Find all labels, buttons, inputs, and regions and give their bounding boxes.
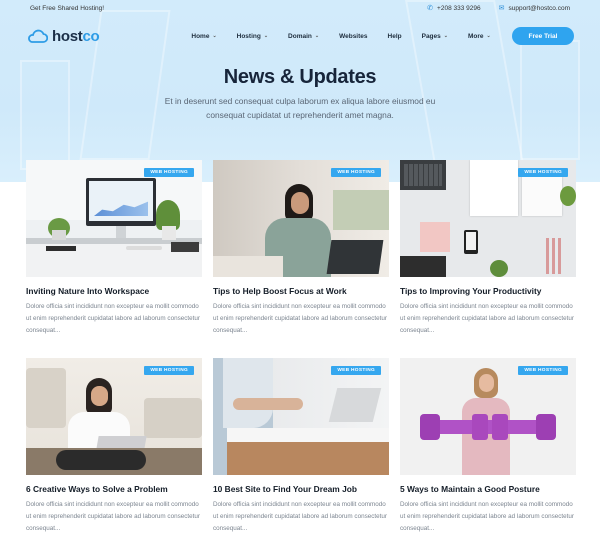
post-title[interactable]: 5 Ways to Maintain a Good Posture xyxy=(400,484,576,494)
email-contact[interactable]: ✉ support@hostco.com xyxy=(498,4,570,13)
logo-text: hostco xyxy=(52,27,100,45)
post-card[interactable]: WEB HOSTING Inviting Nature Into Workspa… xyxy=(26,160,202,358)
post-image-workspace[interactable]: WEB HOSTING xyxy=(26,160,202,277)
post-image-focus[interactable]: WEB HOSTING xyxy=(213,160,389,277)
post-card[interactable]: WEB HOSTING Tips to Improving Your Produ… xyxy=(400,160,576,358)
email-address: support@hostco.com xyxy=(508,4,570,12)
category-badge[interactable]: WEB HOSTING xyxy=(331,168,381,177)
post-card[interactable]: WEB HOSTING Tips to Help Boost Focus at … xyxy=(213,160,389,358)
post-image-creative[interactable]: WEB HOSTING xyxy=(26,358,202,475)
post-card[interactable]: WEB HOSTING 10 Best Site to Find Your Dr… xyxy=(213,358,389,550)
post-excerpt: Dolore officia sint incididunt non excep… xyxy=(26,501,200,532)
nav-menu: Home ⌄ Hosting ⌄ Domain ⌄ Websites Help Pag… xyxy=(181,33,500,40)
post-excerpt: Dolore officia sint incididunt non excep… xyxy=(26,303,200,334)
page-subtitle: Et in deserunt sed consequat culpa labor… xyxy=(164,96,436,120)
page-title: News & Updates xyxy=(223,66,377,88)
post-image-dream-job[interactable]: WEB HOSTING xyxy=(213,358,389,475)
promo-link[interactable]: Get Free Shared Hosting! xyxy=(30,5,104,12)
post-excerpt: Dolore officia sint incididunt non excep… xyxy=(400,501,574,532)
phone-contact[interactable]: ✆ +208 333 9296 xyxy=(427,4,481,13)
posts-grid: WEB HOSTING Inviting Nature Into Workspa… xyxy=(26,160,576,550)
nav-item-pages[interactable]: Pages ⌄ xyxy=(412,33,458,40)
top-bar: Get Free Shared Hosting! ✆ +208 333 9296… xyxy=(0,0,600,16)
category-badge[interactable]: WEB HOSTING xyxy=(518,168,568,177)
hero-decoration xyxy=(520,40,580,160)
free-trial-button[interactable]: Free Trial xyxy=(512,27,574,45)
category-badge[interactable]: WEB HOSTING xyxy=(518,366,568,375)
post-image-productivity[interactable]: WEB HOSTING xyxy=(400,160,576,277)
cloud-icon xyxy=(28,29,48,43)
post-title[interactable]: Tips to Improving Your Productivity xyxy=(400,286,576,296)
chevron-down-icon: ⌄ xyxy=(263,33,269,39)
chevron-down-icon: ⌄ xyxy=(314,33,320,39)
post-excerpt: Dolore officia sint incididunt non excep… xyxy=(213,303,387,334)
post-title[interactable]: Inviting Nature Into Workspace xyxy=(26,286,202,296)
chevron-down-icon: ⌄ xyxy=(212,33,217,39)
nav-item-websites[interactable]: Websites xyxy=(329,33,377,40)
logo[interactable]: hostco xyxy=(26,27,100,45)
post-card[interactable]: WEB HOSTING 6 Creative Ways to Solve a P… xyxy=(26,358,202,550)
category-badge[interactable]: WEB HOSTING xyxy=(144,168,194,177)
nav-item-more[interactable]: More ⌄ xyxy=(458,33,501,40)
nav-item-home[interactable]: Home ⌄ xyxy=(181,33,226,40)
main-navbar: hostco Home ⌄ Hosting ⌄ Domain ⌄ Websites H… xyxy=(0,20,600,52)
post-excerpt: Dolore officia sint incididunt non excep… xyxy=(213,501,387,532)
post-excerpt: Dolore officia sint incididunt non excep… xyxy=(400,303,574,334)
envelope-icon: ✉ xyxy=(498,5,505,12)
category-badge[interactable]: WEB HOSTING xyxy=(331,366,381,375)
post-card[interactable]: WEB HOSTING 5 Ways to Maintain a Good Po… xyxy=(400,358,576,550)
category-badge[interactable]: WEB HOSTING xyxy=(144,366,194,375)
post-title[interactable]: 6 Creative Ways to Solve a Problem xyxy=(26,484,202,494)
phone-number: +208 333 9296 xyxy=(437,4,481,12)
nav-item-hosting[interactable]: Hosting ⌄ xyxy=(227,33,278,40)
nav-item-help[interactable]: Help xyxy=(378,33,412,40)
post-title[interactable]: 10 Best Site to Find Your Dream Job xyxy=(213,484,389,494)
post-image-posture[interactable]: WEB HOSTING xyxy=(400,358,576,475)
chevron-down-icon: ⌄ xyxy=(486,33,491,39)
nav-item-domain[interactable]: Domain ⌄ xyxy=(278,33,329,40)
chevron-down-icon: ⌄ xyxy=(443,33,448,39)
phone-icon: ✆ xyxy=(427,5,434,12)
post-title[interactable]: Tips to Help Boost Focus at Work xyxy=(213,286,389,296)
